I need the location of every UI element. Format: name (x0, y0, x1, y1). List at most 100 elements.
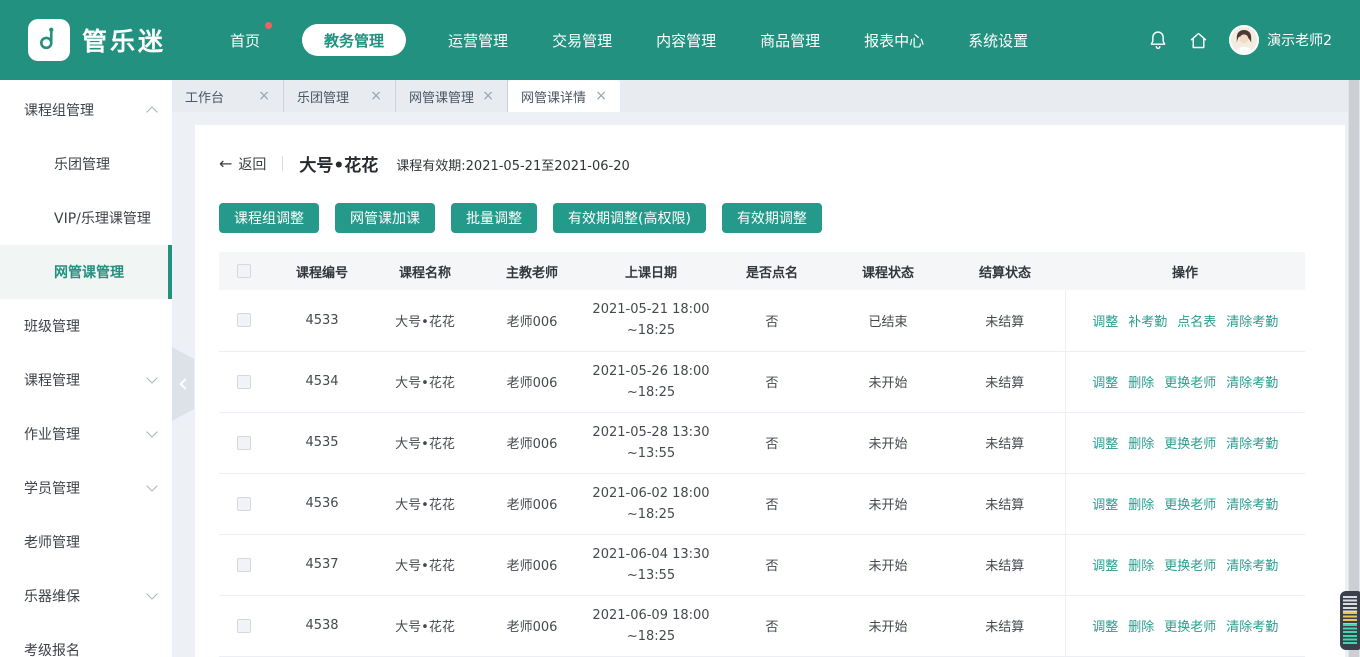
topnav-item[interactable]: 教务管理 (302, 24, 406, 56)
topnav-item[interactable]: 首页 (228, 24, 262, 56)
row-action-link[interactable]: 调整 (1092, 498, 1118, 513)
row-action-link[interactable]: 清除考勤 (1226, 315, 1278, 330)
table-body: 4533 大号•花花 老师006 2021-05-21 18:00~18:25 … (219, 290, 1305, 656)
close-icon[interactable]: × (476, 89, 494, 103)
brand-logo[interactable] (28, 19, 70, 61)
sidebar-item[interactable]: 作业管理 (0, 407, 172, 461)
row-action-link[interactable]: 补考勤 (1128, 315, 1167, 330)
row-action-link[interactable]: 调整 (1092, 620, 1118, 635)
cell-status: 未开始 (831, 412, 945, 473)
row-checkbox[interactable] (237, 619, 251, 633)
back-arrow-icon: ← (219, 154, 232, 173)
toolbar: 课程组调整 网管课加课 批量调整 有效期调整(高权限) 有效期调整 (219, 203, 1305, 233)
cell-actions: 调整删除更换老师清除考勤 (1065, 351, 1305, 412)
user-menu[interactable]: 演示老师2 (1229, 25, 1332, 55)
floating-striped-widget[interactable] (1340, 591, 1360, 650)
col-header-course-name: 课程名称 (375, 252, 475, 290)
row-action-link[interactable]: 点名表 (1177, 315, 1216, 330)
topnav-item[interactable]: 系统设置 (966, 24, 1030, 56)
sidebar-item[interactable]: 班级管理 (0, 299, 172, 353)
row-action-link[interactable]: 更换老师 (1164, 437, 1216, 452)
toolbar-button[interactable]: 课程组调整 (219, 203, 319, 233)
chevron-down-icon (146, 372, 157, 383)
row-action-link[interactable]: 调整 (1092, 315, 1118, 330)
table-row: 4538 大号•花花 老师006 2021-06-09 18:00~18:25 … (219, 595, 1305, 656)
sidebar-collapse-handle[interactable] (172, 347, 194, 421)
row-action-link[interactable]: 删除 (1128, 376, 1154, 391)
topnav-item[interactable]: 报表中心 (862, 24, 926, 56)
chevron-down-icon (146, 426, 157, 437)
row-action-link[interactable]: 清除考勤 (1226, 620, 1278, 635)
row-action-link[interactable]: 删除 (1128, 559, 1154, 574)
topnav-item[interactable]: 内容管理 (654, 24, 718, 56)
sidebar-item-label: 作业管理 (24, 424, 80, 444)
back-button[interactable]: ← 返回 (219, 154, 266, 174)
workspace-tab[interactable]: 工作台 × (172, 80, 284, 112)
cell-settlement: 未结算 (945, 534, 1065, 595)
sidebar-item[interactable]: VIP/乐理课管理 (0, 191, 172, 245)
row-action-link[interactable]: 调整 (1092, 376, 1118, 391)
home-icon[interactable] (1188, 30, 1209, 51)
row-checkbox[interactable] (237, 313, 251, 327)
sidebar-item[interactable]: 考级报名 (0, 623, 172, 657)
row-action-link[interactable]: 调整 (1092, 437, 1118, 452)
row-checkbox[interactable] (237, 497, 251, 511)
tab-label: 网管课管理 (409, 87, 474, 106)
row-checkbox[interactable] (237, 375, 251, 389)
row-action-link[interactable]: 清除考勤 (1226, 559, 1278, 574)
topnav-item[interactable]: 交易管理 (550, 24, 614, 56)
close-icon[interactable]: × (252, 89, 270, 103)
sidebar-item[interactable]: 课程组管理 (0, 83, 172, 137)
workspace-tab[interactable]: 网管课详情 × (508, 80, 620, 112)
sidebar-item-label: 课程管理 (24, 370, 80, 390)
sidebar-item[interactable]: 课程管理 (0, 353, 172, 407)
row-action-link[interactable]: 更换老师 (1164, 559, 1216, 574)
row-action-link[interactable]: 清除考勤 (1226, 376, 1278, 391)
back-label: 返回 (238, 154, 266, 174)
bell-icon[interactable] (1148, 29, 1168, 51)
sidebar-item[interactable]: 网管课管理 (0, 245, 172, 299)
toolbar-button[interactable]: 有效期调整(高权限) (553, 203, 706, 233)
row-action-link[interactable]: 更换老师 (1164, 620, 1216, 635)
cell-actions: 调整删除更换老师清除考勤 (1065, 595, 1305, 656)
scrollbar-thumb[interactable] (1349, 80, 1359, 657)
sidebar-item[interactable]: 乐器维保 (0, 569, 172, 623)
row-action-link[interactable]: 删除 (1128, 620, 1154, 635)
workspace-tab[interactable]: 网管课管理 × (396, 80, 508, 112)
toolbar-button[interactable]: 网管课加课 (335, 203, 435, 233)
cell-course-name: 大号•花花 (375, 290, 475, 351)
cell-settlement: 未结算 (945, 290, 1065, 351)
row-action-link[interactable]: 删除 (1128, 498, 1154, 513)
cell-rollcall: 否 (713, 534, 831, 595)
close-icon[interactable]: × (364, 89, 382, 103)
sidebar: 课程组管理 乐团管理 VIP/乐理课管理 网管课管理 班级管理 课程管 (0, 80, 172, 657)
row-action-link[interactable]: 删除 (1128, 437, 1154, 452)
header-divider (282, 156, 283, 171)
table-row: 4534 大号•花花 老师006 2021-05-26 18:00~18:25 … (219, 351, 1305, 412)
cell-date: 2021-05-21 18:00~18:25 (589, 290, 713, 351)
sidebar-item[interactable]: 学员管理 (0, 461, 172, 515)
row-action-link[interactable]: 清除考勤 (1226, 437, 1278, 452)
cell-course-name: 大号•花花 (375, 351, 475, 412)
row-checkbox[interactable] (237, 436, 251, 450)
sidebar-item[interactable]: 老师管理 (0, 515, 172, 569)
row-action-link[interactable]: 更换老师 (1164, 498, 1216, 513)
toolbar-button[interactable]: 有效期调整 (722, 203, 822, 233)
sidebar-item[interactable]: 乐团管理 (0, 137, 172, 191)
col-header-rollcall: 是否点名 (713, 252, 831, 290)
row-action-link[interactable]: 清除考勤 (1226, 498, 1278, 513)
cell-rollcall: 否 (713, 595, 831, 656)
cell-course-id: 4536 (269, 473, 375, 534)
toolbar-button[interactable]: 批量调整 (451, 203, 537, 233)
row-checkbox[interactable] (237, 558, 251, 572)
row-action-link[interactable]: 更换老师 (1164, 376, 1216, 391)
row-action-link[interactable]: 调整 (1092, 559, 1118, 574)
topnav-item[interactable]: 商品管理 (758, 24, 822, 56)
vertical-scrollbar[interactable] (1348, 80, 1360, 657)
select-all-checkbox[interactable] (237, 264, 251, 278)
topnav-item-label: 运营管理 (448, 30, 508, 51)
topnav-item[interactable]: 运营管理 (446, 24, 510, 56)
music-note-icon (36, 25, 62, 55)
close-icon[interactable]: × (589, 89, 607, 103)
workspace-tab[interactable]: 乐团管理 × (284, 80, 396, 112)
